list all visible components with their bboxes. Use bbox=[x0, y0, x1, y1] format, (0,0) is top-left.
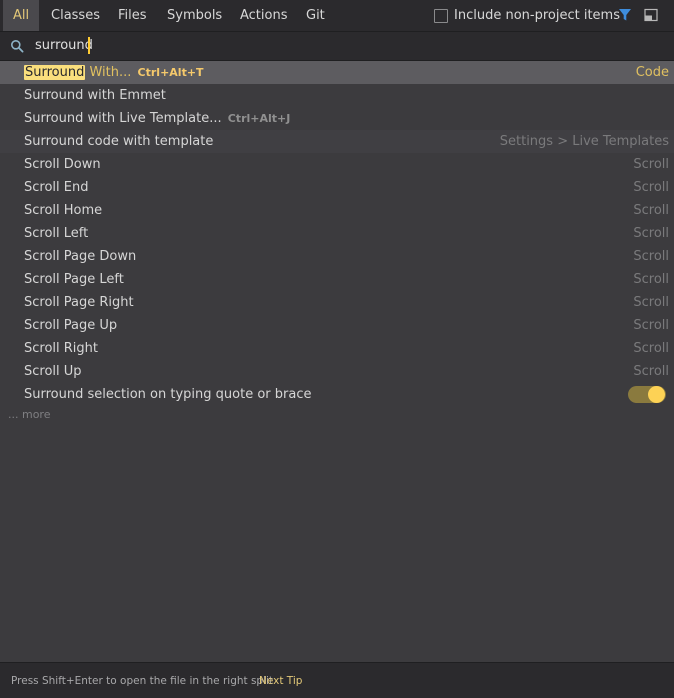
tab-files[interactable]: Files bbox=[108, 0, 157, 31]
result-label: Scroll Page Right bbox=[24, 295, 134, 310]
result-item-surround-selection-option: Surround selection on typing quote or br… bbox=[0, 383, 674, 406]
search-input[interactable] bbox=[35, 36, 495, 56]
result-item-scroll-page-right[interactable]: Scroll Page Right Scroll bbox=[0, 291, 674, 314]
result-item-surround-live-template[interactable]: Surround with Live Template... Ctrl+Alt+… bbox=[0, 107, 674, 130]
result-item-scroll-right[interactable]: Scroll Right Scroll bbox=[0, 337, 674, 360]
surround-selection-toggle[interactable] bbox=[628, 386, 666, 403]
status-footer: Press Shift+Enter to open the file in th… bbox=[0, 662, 674, 698]
result-item-scroll-down[interactable]: Scroll Down Scroll bbox=[0, 153, 674, 176]
footer-tip-text: Press Shift+Enter to open the file in th… bbox=[11, 675, 274, 687]
match-highlight: Surround bbox=[24, 65, 86, 80]
result-label-rest: With... bbox=[85, 65, 132, 80]
more-link[interactable]: ... more bbox=[8, 408, 50, 421]
result-category: Code bbox=[635, 65, 669, 80]
result-category: Scroll bbox=[633, 318, 669, 333]
result-label: Scroll Page Up bbox=[24, 318, 118, 333]
result-category: Scroll bbox=[633, 272, 669, 287]
result-category: Scroll bbox=[633, 364, 669, 379]
result-item-scroll-end[interactable]: Scroll End Scroll bbox=[0, 176, 674, 199]
result-label: Scroll Down bbox=[24, 157, 101, 172]
result-label: Surround With... Ctrl+Alt+T bbox=[24, 61, 204, 84]
search-bar: Type / to see commands bbox=[0, 32, 674, 83]
tab-classes[interactable]: Classes bbox=[41, 0, 110, 31]
include-non-project-label: Include non-project items bbox=[454, 8, 620, 23]
result-category: Scroll bbox=[633, 157, 669, 172]
result-item-scroll-left[interactable]: Scroll Left Scroll bbox=[0, 222, 674, 245]
result-category: Scroll bbox=[633, 180, 669, 195]
result-label: Scroll Up bbox=[24, 364, 82, 379]
result-label: Surround selection on typing quote or br… bbox=[24, 387, 312, 402]
preview-icon[interactable] bbox=[644, 8, 658, 22]
text-caret bbox=[88, 37, 90, 54]
shortcut-label: Ctrl+Alt+T bbox=[137, 66, 204, 79]
shortcut-label: Ctrl+Alt+J bbox=[227, 112, 291, 125]
result-label: Scroll Page Left bbox=[24, 272, 124, 287]
result-label: Scroll Left bbox=[24, 226, 89, 241]
result-label-text: Surround with Live Template... bbox=[24, 111, 222, 126]
next-tip-link[interactable]: Next Tip bbox=[259, 675, 302, 687]
result-label: Surround code with template bbox=[24, 134, 214, 149]
result-category: Scroll bbox=[633, 203, 669, 218]
result-item-scroll-page-up[interactable]: Scroll Page Up Scroll bbox=[0, 314, 674, 337]
result-label: Scroll End bbox=[24, 180, 89, 195]
result-item-scroll-home[interactable]: Scroll Home Scroll bbox=[0, 199, 674, 222]
result-item-scroll-up[interactable]: Scroll Up Scroll bbox=[0, 360, 674, 383]
result-item-surround-code-template[interactable]: Surround code with template Settings > L… bbox=[0, 130, 674, 153]
result-item-surround-with[interactable]: Surround With... Ctrl+Alt+T Code bbox=[0, 61, 674, 84]
tab-bar: All Classes Files Symbols Actions Git In… bbox=[0, 0, 674, 32]
tab-symbols[interactable]: Symbols bbox=[157, 0, 232, 31]
tab-actions[interactable]: Actions bbox=[230, 0, 298, 31]
result-category: Scroll bbox=[633, 295, 669, 310]
result-label: Scroll Page Down bbox=[24, 249, 137, 264]
result-category: Scroll bbox=[633, 341, 669, 356]
result-label: Scroll Home bbox=[24, 203, 103, 218]
result-item-scroll-page-down[interactable]: Scroll Page Down Scroll bbox=[0, 245, 674, 268]
result-category: Scroll bbox=[633, 249, 669, 264]
tab-git[interactable]: Git bbox=[296, 0, 335, 31]
filter-icon[interactable] bbox=[618, 8, 632, 22]
result-item-surround-emmet[interactable]: Surround with Emmet bbox=[0, 84, 674, 107]
include-non-project-checkbox[interactable] bbox=[434, 9, 448, 23]
result-label: Surround with Emmet bbox=[24, 88, 166, 103]
result-item-scroll-page-left[interactable]: Scroll Page Left Scroll bbox=[0, 268, 674, 291]
toggle-knob bbox=[648, 386, 665, 403]
result-label: Scroll Right bbox=[24, 341, 99, 356]
result-category: Scroll bbox=[633, 226, 669, 241]
result-category: Settings > Live Templates bbox=[499, 134, 669, 149]
tab-all[interactable]: All bbox=[3, 0, 40, 31]
search-icon bbox=[11, 40, 24, 53]
result-label: Surround with Live Template... Ctrl+Alt+… bbox=[24, 107, 290, 130]
